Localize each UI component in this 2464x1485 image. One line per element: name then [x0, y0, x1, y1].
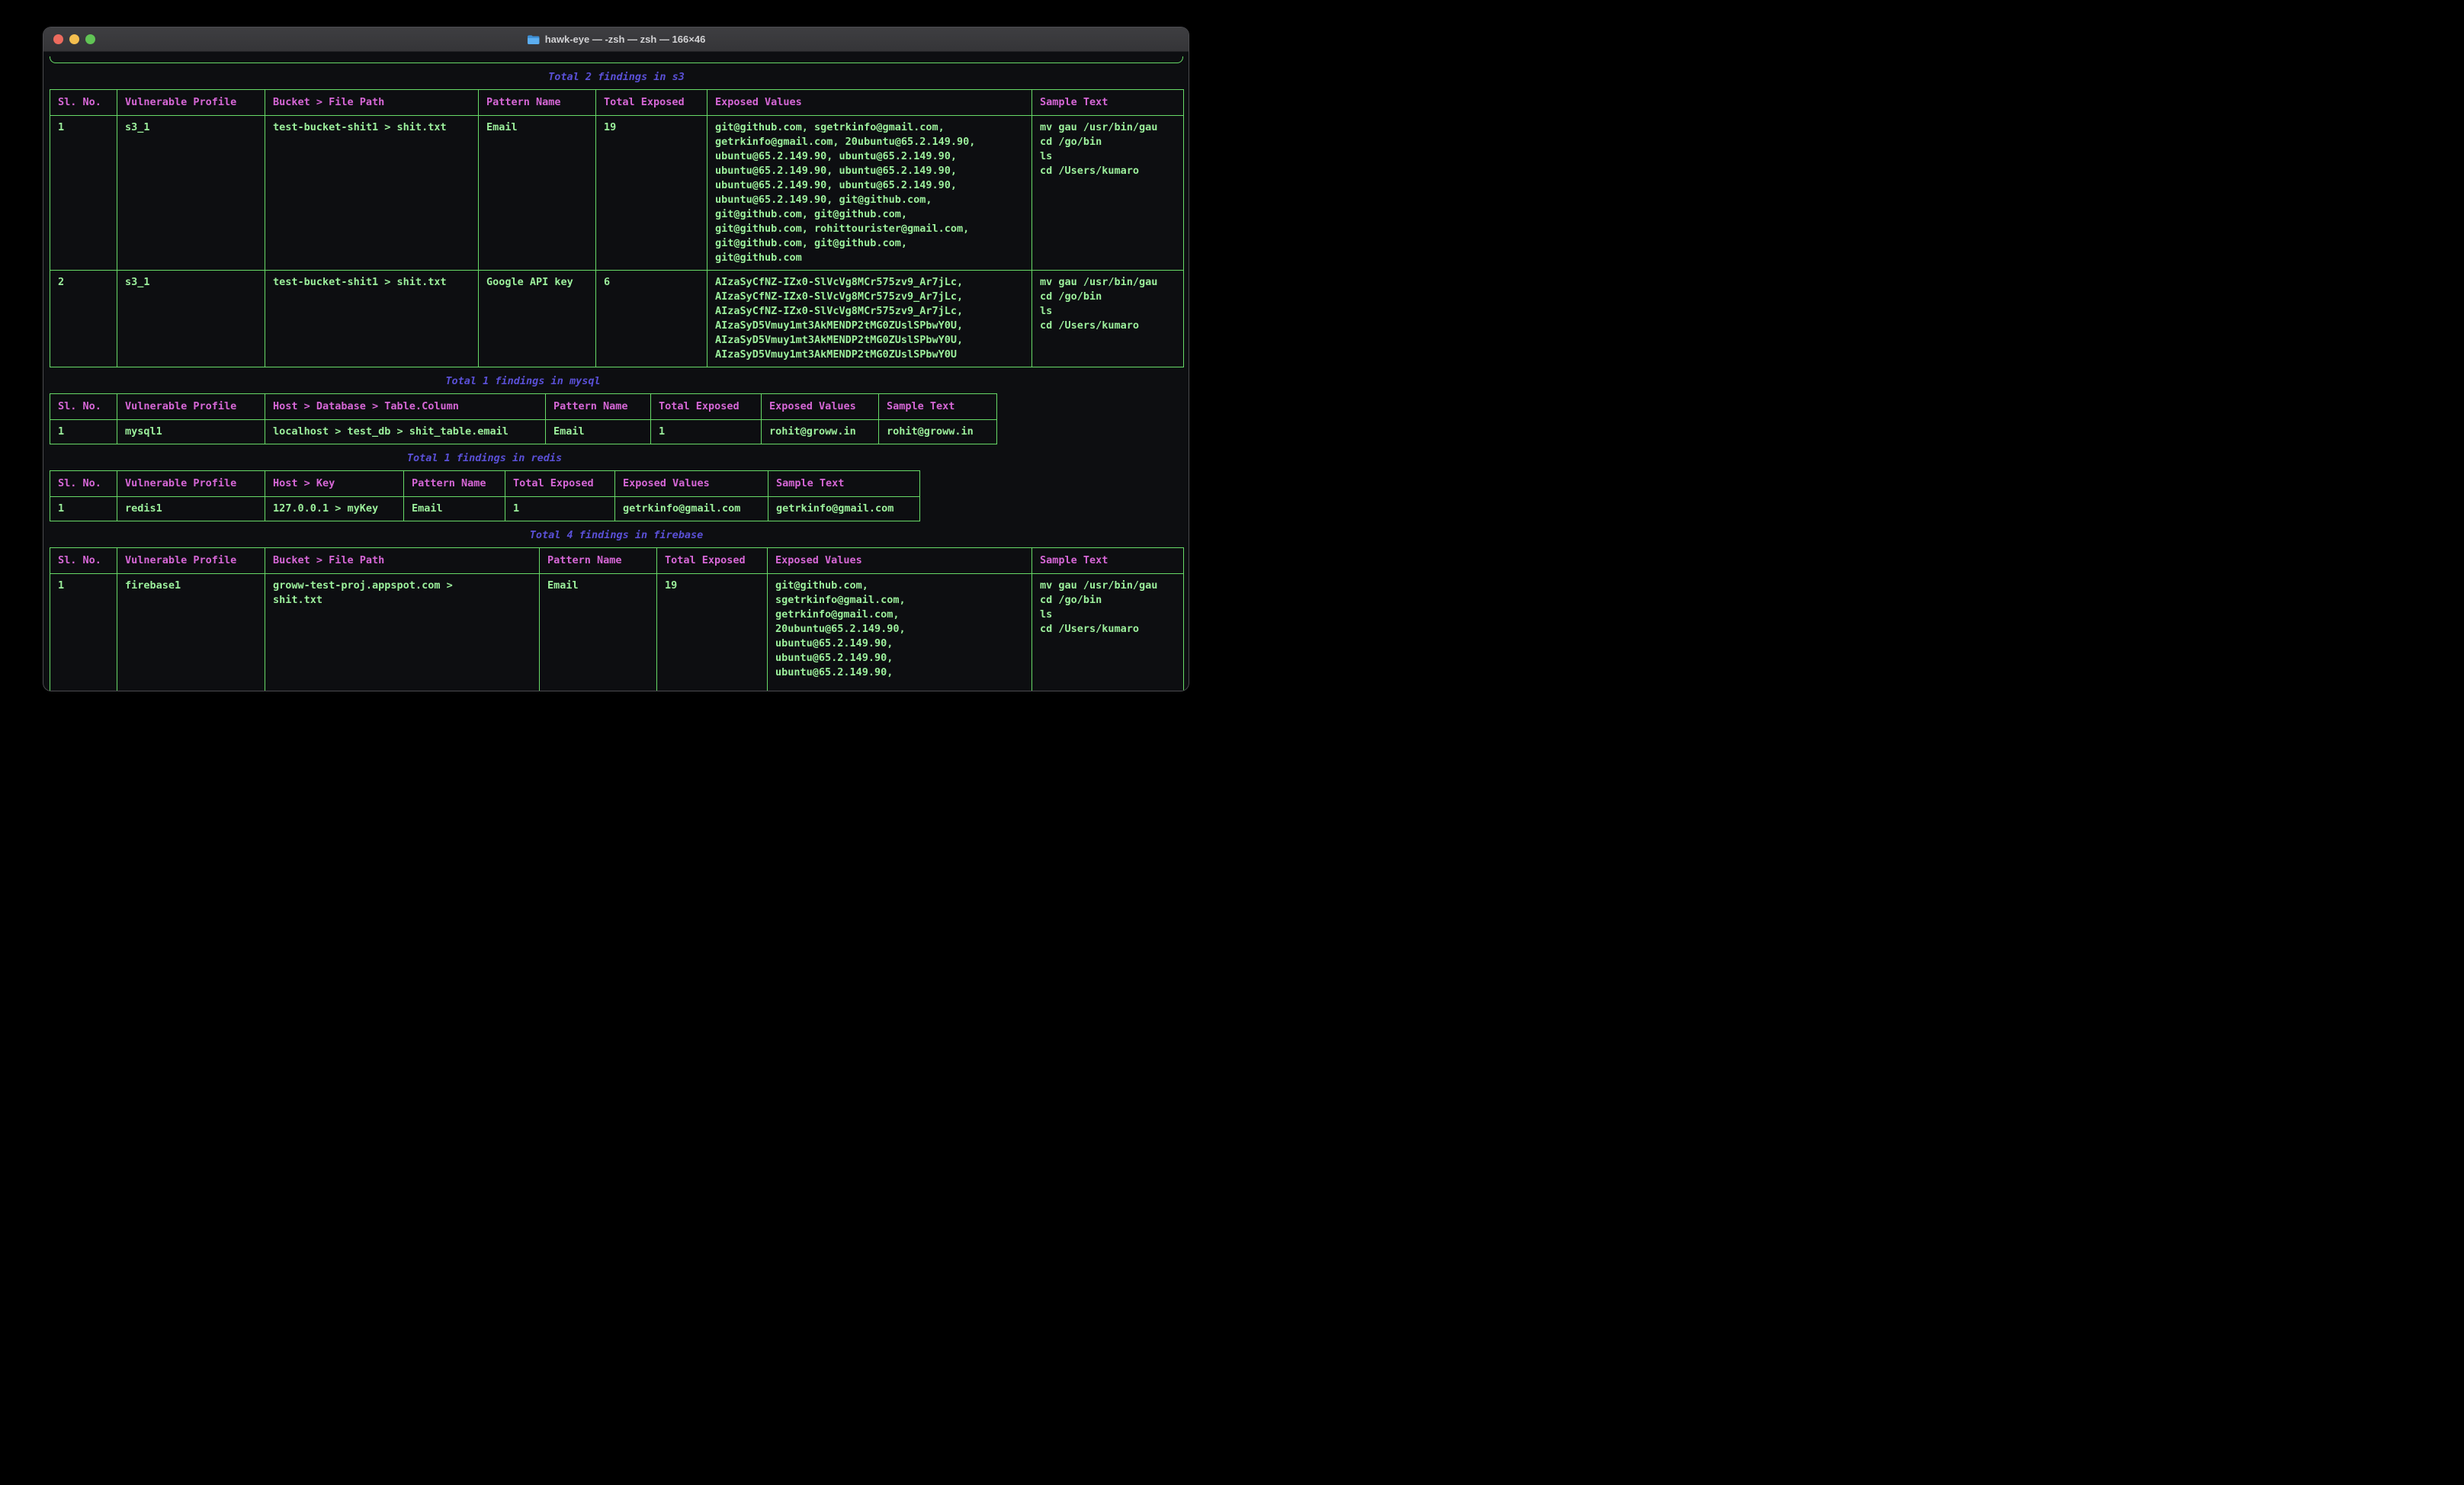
column-header: Sl. No. — [50, 471, 117, 497]
column-header: Host > Key — [265, 471, 404, 497]
table-cell: 1 — [651, 420, 762, 444]
table-cell: test-bucket-shit1 > shit.txt — [265, 116, 479, 271]
column-header: Bucket > File Path — [265, 548, 540, 574]
terminal-window: hawk-eye — -zsh — zsh — 166×46 Total 2 f… — [43, 27, 1189, 691]
table-cell: mv gau /usr/bin/gau cd /go/bin ls cd /Us… — [1032, 574, 1184, 691]
table-cell: Email — [404, 497, 505, 521]
column-header: Sample Text — [1032, 548, 1184, 574]
close-button[interactable] — [53, 34, 63, 44]
column-header: Pattern Name — [404, 471, 505, 497]
table-cell: Google API key — [479, 271, 596, 367]
table-row: 1s3_1test-bucket-shit1 > shit.txtEmail19… — [50, 116, 1184, 271]
findings-section-firebase: Total 4 findings in firebase Sl. No.Vulne… — [50, 528, 1183, 691]
section-title-s3: Total 2 findings in s3 — [50, 70, 1183, 85]
table-row: 2s3_1test-bucket-shit1 > shit.txtGoogle … — [50, 271, 1184, 367]
table-header-row: Sl. No.Vulnerable ProfileBucket > File P… — [50, 90, 1184, 116]
column-header: Exposed Values — [707, 90, 1032, 116]
table-cell: groww-test-proj.appspot.com > shit.txt — [265, 574, 540, 691]
table-cell: 2 — [50, 271, 117, 367]
column-header: Vulnerable Profile — [117, 548, 265, 574]
findings-table-mysql: Sl. No.Vulnerable ProfileHost > Database… — [50, 393, 997, 444]
window-title-group: hawk-eye — -zsh — zsh — 166×46 — [527, 34, 706, 45]
column-header: Total Exposed — [657, 548, 768, 574]
table-cell: git@github.com, sgetrkinfo@gmail.com, ge… — [707, 116, 1032, 271]
column-header: Vulnerable Profile — [117, 471, 265, 497]
table-row: 1firebase1groww-test-proj.appspot.com > … — [50, 574, 1184, 691]
table-cell: mv gau /usr/bin/gau cd /go/bin ls cd /Us… — [1032, 116, 1184, 271]
table-cell: test-bucket-shit1 > shit.txt — [265, 271, 479, 367]
table-cell: 1 — [50, 497, 117, 521]
column-header: Sample Text — [1032, 90, 1184, 116]
table-cell: 19 — [596, 116, 707, 271]
table-cell: rohit@groww.in — [762, 420, 879, 444]
partial-table-bottom — [50, 56, 1183, 63]
table-cell: 1 — [505, 497, 615, 521]
column-header: Exposed Values — [615, 471, 768, 497]
table-header-row: Sl. No.Vulnerable ProfileHost > KeyPatte… — [50, 471, 920, 497]
traffic-lights — [53, 34, 95, 44]
findings-section-redis: Total 1 findings in redis Sl. No.Vulnerab… — [50, 451, 919, 521]
table-cell: 1 — [50, 116, 117, 271]
table-cell: AIzaSyCfNZ-IZx0-SlVcVg8MCr575zv9_Ar7jLc,… — [707, 271, 1032, 367]
findings-section-s3: Total 2 findings in s3 Sl. No.Vulnerable … — [50, 70, 1183, 367]
column-header: Sl. No. — [50, 394, 117, 420]
table-cell: getrkinfo@gmail.com — [768, 497, 920, 521]
table-cell: localhost > test_db > shit_table.email — [265, 420, 546, 444]
findings-table-firebase: Sl. No.Vulnerable ProfileBucket > File P… — [50, 547, 1184, 691]
section-title-redis: Total 1 findings in redis — [50, 451, 919, 466]
folder-icon — [527, 34, 540, 45]
column-header: Vulnerable Profile — [117, 90, 265, 116]
table-cell: Email — [479, 116, 596, 271]
table-cell: redis1 — [117, 497, 265, 521]
table-row: 1mysql1localhost > test_db > shit_table.… — [50, 420, 997, 444]
column-header: Total Exposed — [651, 394, 762, 420]
column-header: Total Exposed — [505, 471, 615, 497]
minimize-button[interactable] — [69, 34, 79, 44]
column-header: Sl. No. — [50, 90, 117, 116]
table-cell: 127.0.0.1 > myKey — [265, 497, 404, 521]
table-cell: 19 — [657, 574, 768, 691]
table-cell: 6 — [596, 271, 707, 367]
window-title: hawk-eye — -zsh — zsh — 166×46 — [545, 34, 706, 45]
column-header: Bucket > File Path — [265, 90, 479, 116]
findings-table-s3: Sl. No.Vulnerable ProfileBucket > File P… — [50, 89, 1184, 367]
table-cell: rohit@groww.in — [879, 420, 997, 444]
column-header: Sample Text — [768, 471, 920, 497]
table-cell: mysql1 — [117, 420, 265, 444]
table-cell: s3_1 — [117, 116, 265, 271]
column-header: Pattern Name — [479, 90, 596, 116]
column-header: Host > Database > Table.Column — [265, 394, 546, 420]
column-header: Pattern Name — [546, 394, 651, 420]
table-cell: s3_1 — [117, 271, 265, 367]
table-row: 1redis1127.0.0.1 > myKeyEmail1getrkinfo@… — [50, 497, 920, 521]
table-cell: Email — [540, 574, 657, 691]
table-cell: getrkinfo@gmail.com — [615, 497, 768, 521]
table-header-row: Sl. No.Vulnerable ProfileBucket > File P… — [50, 548, 1184, 574]
column-header: Exposed Values — [762, 394, 879, 420]
column-header: Exposed Values — [768, 548, 1032, 574]
window-titlebar[interactable]: hawk-eye — -zsh — zsh — 166×46 — [43, 27, 1189, 52]
fullscreen-button[interactable] — [85, 34, 95, 44]
findings-table-redis: Sl. No.Vulnerable ProfileHost > KeyPatte… — [50, 470, 920, 521]
table-cell: 1 — [50, 574, 117, 691]
section-title-mysql: Total 1 findings in mysql — [50, 374, 996, 389]
table-cell: mv gau /usr/bin/gau cd /go/bin ls cd /Us… — [1032, 271, 1184, 367]
table-cell: firebase1 — [117, 574, 265, 691]
terminal-output[interactable]: Total 2 findings in s3Sl. No.Vulnerable … — [43, 52, 1189, 691]
table-cell: git@github.com, sgetrkinfo@gmail.com, ge… — [768, 574, 1032, 691]
findings-section-mysql: Total 1 findings in mysql Sl. No.Vulnerab… — [50, 374, 996, 444]
column-header: Pattern Name — [540, 548, 657, 574]
column-header: Sample Text — [879, 394, 997, 420]
table-cell: Email — [546, 420, 651, 444]
column-header: Vulnerable Profile — [117, 394, 265, 420]
column-header: Sl. No. — [50, 548, 117, 574]
table-header-row: Sl. No.Vulnerable ProfileHost > Database… — [50, 394, 997, 420]
column-header: Total Exposed — [596, 90, 707, 116]
table-cell: 1 — [50, 420, 117, 444]
section-title-firebase: Total 4 findings in firebase — [50, 528, 1183, 543]
